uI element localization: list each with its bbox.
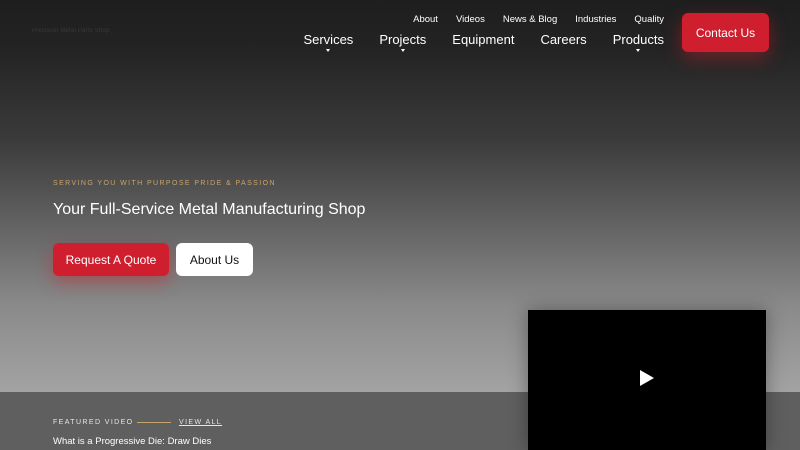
main-nav-equipment[interactable]: Equipment [452, 32, 514, 47]
main-nav-projects[interactable]: Projects [379, 32, 427, 52]
caret-down-icon [326, 49, 331, 52]
main-nav-label: Projects [379, 32, 427, 47]
util-nav-about[interactable]: About [413, 14, 438, 25]
about-us-button[interactable]: About Us [176, 243, 253, 276]
util-nav-videos[interactable]: Videos [456, 14, 485, 25]
featured-video-title[interactable]: What is a Progressive Die: Draw Dies [53, 436, 211, 447]
main-nav-label: Products [612, 32, 664, 47]
featured-divider-line [137, 422, 171, 423]
caret-down-icon [636, 49, 641, 52]
request-quote-button[interactable]: Request A Quote [53, 243, 169, 276]
hero-eyebrow: SERVING YOU WITH PURPOSE PRIDE & PASSION [53, 180, 276, 187]
caret-down-icon [400, 49, 405, 52]
util-nav-industries[interactable]: Industries [575, 14, 616, 25]
contact-us-button[interactable]: Contact Us [682, 13, 769, 52]
main-nav-careers[interactable]: Careers [540, 32, 586, 47]
featured-video-label: FEATURED VIDEO [53, 419, 134, 426]
site-logo[interactable]: Precision Metal Parts Shop [32, 28, 118, 36]
util-nav-quality[interactable]: Quality [634, 14, 664, 25]
utility-nav: About Videos News & Blog Industries Qual… [395, 14, 664, 25]
main-nav: Services Projects Equipment Careers Prod… [277, 32, 664, 52]
main-nav-label: Careers [540, 32, 587, 47]
util-nav-news-blog[interactable]: News & Blog [503, 14, 557, 25]
view-all-link[interactable]: VIEW ALL [179, 419, 222, 426]
main-nav-label: Services [303, 32, 354, 47]
main-nav-products[interactable]: Products [612, 32, 664, 52]
main-nav-label: Equipment [452, 32, 515, 47]
main-nav-services[interactable]: Services [303, 32, 354, 52]
play-icon[interactable] [640, 370, 654, 386]
hero-headline: Your Full-Service Metal Manufacturing Sh… [53, 201, 366, 218]
